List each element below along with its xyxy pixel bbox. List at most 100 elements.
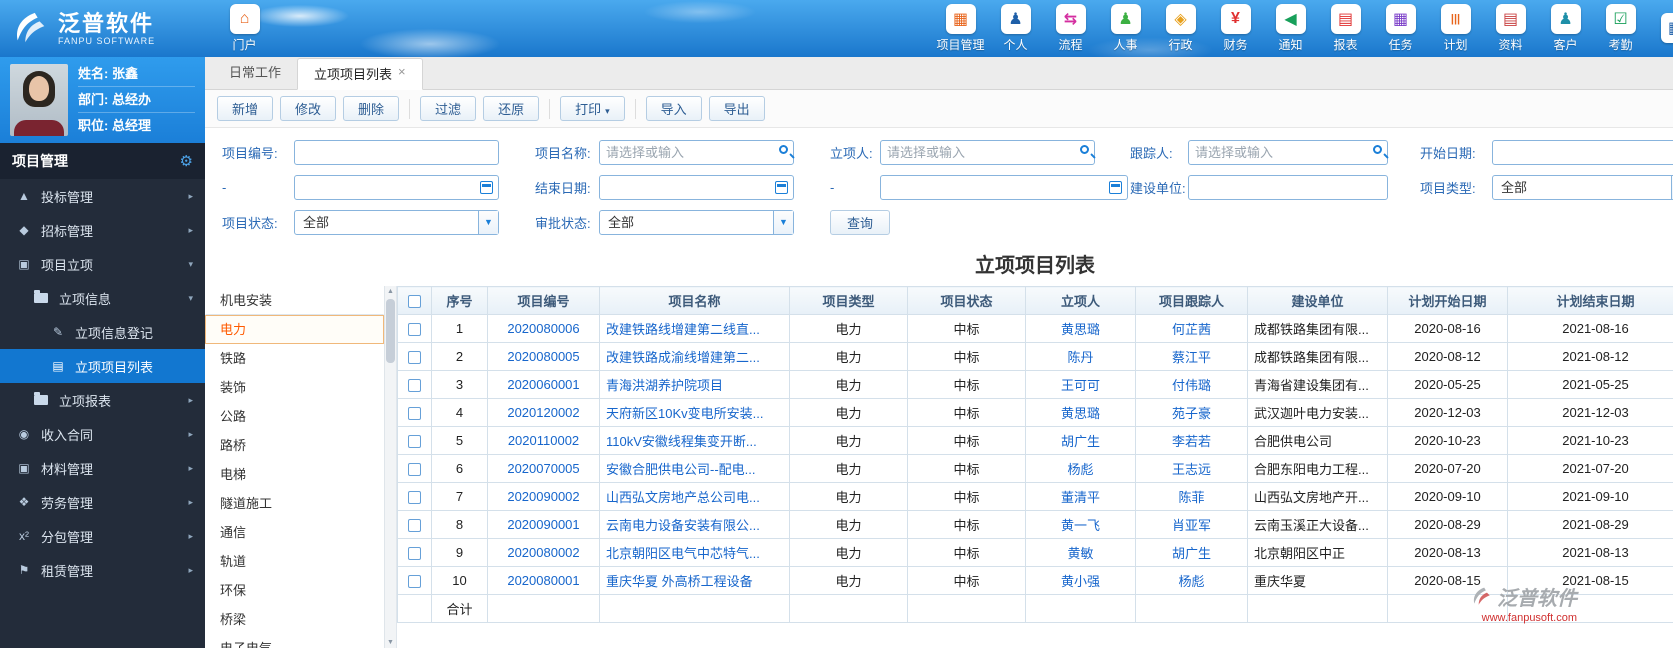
sidebar-item-tender-mgmt[interactable]: ◆招标管理▸ xyxy=(0,213,205,247)
project-name-link[interactable]: 山西弘文房地产总公司电... xyxy=(600,483,790,511)
category-item[interactable]: 环保 xyxy=(205,576,384,605)
checkbox-cell[interactable] xyxy=(398,315,432,343)
row-checkbox[interactable] xyxy=(408,575,421,588)
approval-status-select[interactable]: 全部 ▼ xyxy=(599,210,794,235)
category-item[interactable]: 公路 xyxy=(205,402,384,431)
category-scrollbar[interactable]: ▲ ▼ xyxy=(384,286,396,648)
delete-button[interactable]: 删除 xyxy=(343,96,399,121)
category-item[interactable]: 通信 xyxy=(205,518,384,547)
nav-item-customer[interactable]: ♟客户 xyxy=(1538,4,1593,53)
project-name-link[interactable]: 安徽合肥供电公司--配电... xyxy=(600,455,790,483)
project-no-input[interactable] xyxy=(294,140,499,165)
project-name-input[interactable] xyxy=(599,140,794,165)
nav-item-project-mgmt[interactable]: ▦项目管理 xyxy=(933,4,988,53)
checkbox-cell[interactable] xyxy=(398,343,432,371)
calendar-icon[interactable] xyxy=(1109,181,1122,194)
nav-item-plan[interactable]: |||计划 xyxy=(1428,4,1483,53)
calendar-icon[interactable] xyxy=(480,181,493,194)
checkbox-cell[interactable] xyxy=(398,399,432,427)
category-item[interactable]: 电力 xyxy=(205,315,384,344)
project-name-link[interactable]: 青海洪湖养护院项目 xyxy=(600,371,790,399)
gear-icon[interactable]: ⚙ xyxy=(180,152,193,170)
restore-button[interactable]: 还原 xyxy=(483,96,539,121)
project-code-link[interactable]: 2020080001 xyxy=(488,567,600,595)
nav-item-report[interactable]: ▤报表 xyxy=(1318,4,1373,53)
search-icon[interactable] xyxy=(1080,145,1089,154)
start-date-to-input[interactable] xyxy=(294,175,499,200)
project-code-link[interactable]: 2020120002 xyxy=(488,399,600,427)
row-checkbox[interactable] xyxy=(408,435,421,448)
scrollbar-thumb[interactable] xyxy=(386,299,395,363)
tracker-input[interactable] xyxy=(1188,140,1388,165)
nav-item-portal[interactable]: ⌂ 门户 xyxy=(217,4,272,53)
row-checkbox[interactable] xyxy=(408,519,421,532)
project-name-link[interactable]: 云南电力设备安装有限公... xyxy=(600,511,790,539)
category-item[interactable]: 桥梁 xyxy=(205,605,384,634)
nav-item-partial[interactable]: ▦ xyxy=(1648,4,1673,53)
project-name-link[interactable]: 天府新区10Kv变电所安装... xyxy=(600,399,790,427)
nav-item-admin[interactable]: ◈行政 xyxy=(1153,4,1208,53)
sidebar-item-income-contract[interactable]: ◉收入合同▸ xyxy=(0,417,205,451)
scroll-down-icon[interactable]: ▼ xyxy=(385,639,396,646)
checkbox-cell[interactable] xyxy=(398,371,432,399)
project-code-link[interactable]: 2020060001 xyxy=(488,371,600,399)
module-header[interactable]: 项目管理 ⚙ xyxy=(0,143,205,179)
project-code-link[interactable]: 2020090002 xyxy=(488,483,600,511)
sidebar-item-initiation-report[interactable]: 立项报表▸ xyxy=(0,383,205,417)
tab-daily-work[interactable]: 日常工作 xyxy=(213,57,297,89)
edit-button[interactable]: 修改 xyxy=(280,96,336,121)
tab-initiation-list[interactable]: 立项项目列表× xyxy=(297,58,423,90)
project-code-link[interactable]: 2020080002 xyxy=(488,539,600,567)
project-code-link[interactable]: 2020080006 xyxy=(488,315,600,343)
select-all-checkbox[interactable] xyxy=(408,295,421,308)
scroll-up-icon[interactable]: ▲ xyxy=(385,288,396,295)
nav-item-document[interactable]: ▤资料 xyxy=(1483,4,1538,53)
sidebar-item-lease-mgmt[interactable]: ⚑租赁管理▸ xyxy=(0,553,205,587)
sidebar-item-subcontract-mgmt[interactable]: x²分包管理▸ xyxy=(0,519,205,553)
checkbox-cell[interactable] xyxy=(398,455,432,483)
build-unit-input[interactable] xyxy=(1188,175,1388,200)
sidebar-item-bid-mgmt[interactable]: ▲投标管理▸ xyxy=(0,179,205,213)
checkbox-cell[interactable] xyxy=(398,483,432,511)
project-name-link[interactable]: 北京朝阳区电气中芯特气... xyxy=(600,539,790,567)
search-icon[interactable] xyxy=(1373,145,1382,154)
import-button[interactable]: 导入 xyxy=(646,96,702,121)
category-item[interactable]: 铁路 xyxy=(205,344,384,373)
project-code-link[interactable]: 2020110002 xyxy=(488,427,600,455)
sidebar-item-material-mgmt[interactable]: ▣材料管理▸ xyxy=(0,451,205,485)
sidebar-item-initiation-info[interactable]: 立项信息▾ xyxy=(0,281,205,315)
row-checkbox[interactable] xyxy=(408,379,421,392)
project-code-link[interactable]: 2020070005 xyxy=(488,455,600,483)
checkbox-cell[interactable] xyxy=(398,511,432,539)
category-item[interactable]: 隧道施工 xyxy=(205,489,384,518)
filter-button[interactable]: 过滤 xyxy=(420,96,476,121)
nav-item-personal[interactable]: ♟个人 xyxy=(988,4,1043,53)
checkbox-cell[interactable] xyxy=(398,567,432,595)
checkbox-cell[interactable] xyxy=(398,427,432,455)
sidebar-item-initiation-register[interactable]: ✎立项信息登记 xyxy=(0,315,205,349)
row-checkbox[interactable] xyxy=(408,323,421,336)
row-checkbox[interactable] xyxy=(408,463,421,476)
category-item[interactable]: 电子电气 xyxy=(205,634,384,648)
project-name-link[interactable]: 改建铁路线增建第二线直... xyxy=(600,315,790,343)
end-date-to-input[interactable] xyxy=(880,175,1128,200)
query-button[interactable]: 查询 xyxy=(830,210,890,235)
calendar-icon[interactable] xyxy=(775,181,788,194)
nav-item-attendance[interactable]: ☑考勤 xyxy=(1593,4,1648,53)
end-date-from-input[interactable] xyxy=(599,175,794,200)
project-name-link[interactable]: 重庆华夏 外高桥工程设备 xyxy=(600,567,790,595)
add-button[interactable]: 新增 xyxy=(217,96,273,121)
search-icon[interactable] xyxy=(779,145,788,154)
category-item[interactable]: 电梯 xyxy=(205,460,384,489)
sidebar-item-project-initiation[interactable]: ▣项目立项▾ xyxy=(0,247,205,281)
project-name-link[interactable]: 110kV安徽线程集变开断... xyxy=(600,427,790,455)
category-item[interactable]: 轨道 xyxy=(205,547,384,576)
creator-input[interactable] xyxy=(880,140,1095,165)
start-date-from-input[interactable] xyxy=(1492,140,1673,165)
row-checkbox[interactable] xyxy=(408,547,421,560)
nav-item-finance[interactable]: ¥财务 xyxy=(1208,4,1263,53)
category-item[interactable]: 路桥 xyxy=(205,431,384,460)
row-checkbox[interactable] xyxy=(408,351,421,364)
category-item[interactable]: 机电安装 xyxy=(205,286,384,315)
project-code-link[interactable]: 2020080005 xyxy=(488,343,600,371)
